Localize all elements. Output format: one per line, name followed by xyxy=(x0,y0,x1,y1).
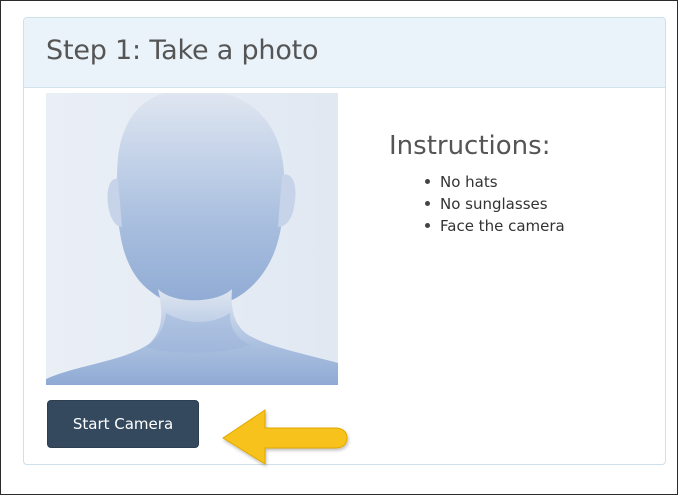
list-item-label: No sunglasses xyxy=(440,195,548,213)
list-item-label: Face the camera xyxy=(440,217,565,235)
start-camera-button[interactable]: Start Camera xyxy=(47,400,199,448)
instructions-list: No hats No sunglasses Face the camera xyxy=(389,171,629,237)
list-item: No sunglasses xyxy=(425,193,629,215)
bullet-icon xyxy=(425,223,430,228)
list-item: No hats xyxy=(425,171,629,193)
list-item: Face the camera xyxy=(425,215,629,237)
instructions-heading: Instructions: xyxy=(389,131,551,161)
panel-heading: Step 1: Take a photo xyxy=(24,18,665,88)
bullet-icon xyxy=(425,201,430,206)
photo-preview xyxy=(46,93,338,385)
arrow-left-icon xyxy=(222,409,348,465)
instructions-section: Instructions: No hats No sunglasses Face… xyxy=(389,131,629,237)
panel-title: Step 1: Take a photo xyxy=(46,35,319,66)
list-item-label: No hats xyxy=(440,173,498,191)
person-silhouette-icon xyxy=(46,93,338,385)
screenshot-frame: Step 1: Take a photo Instructions: No ha… xyxy=(0,0,678,495)
bullet-icon xyxy=(425,179,430,184)
